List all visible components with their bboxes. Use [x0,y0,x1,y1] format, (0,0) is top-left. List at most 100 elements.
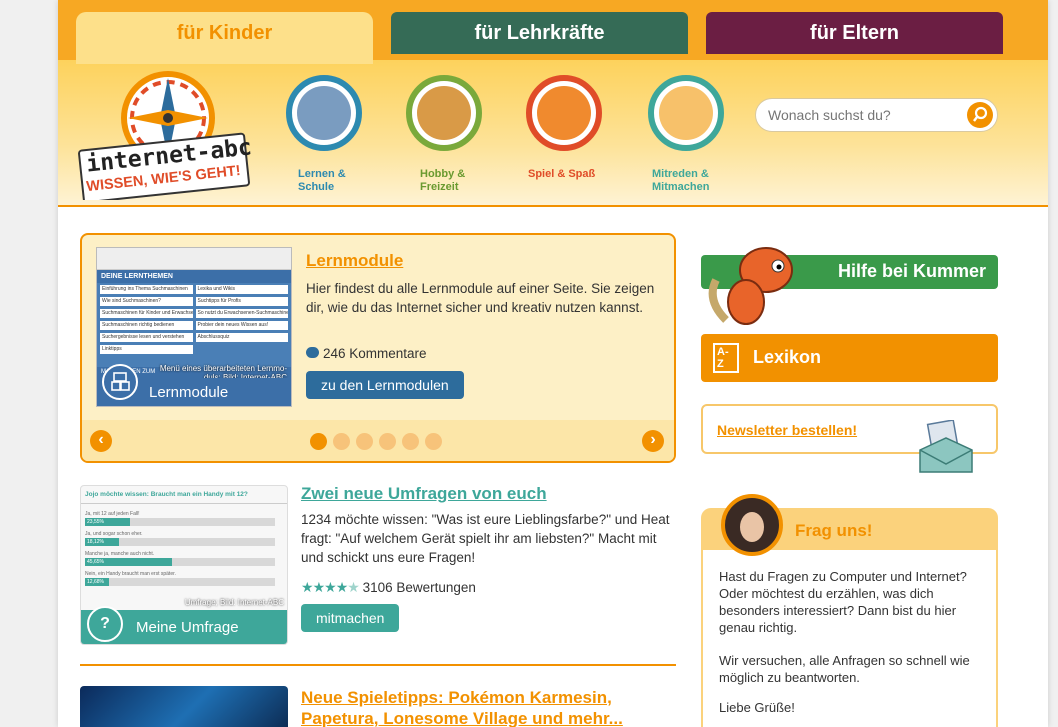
star-icon: ★ [335,579,349,595]
poll-bars: Ja, mit 12 auf jeden Fall! 23,55% Ja, und … [81,504,287,588]
slider-dot-3[interactable] [356,433,373,450]
thumbnail-list-item: Linktipps [100,345,193,354]
article-divider [80,664,676,666]
frag-uns-box: Frag uns! Hast du Fragen zu Computer und… [701,494,998,727]
poll-bar-value: 12,68% [87,579,104,585]
thumbnail-list-item: Suchtipps für Profis [195,297,288,306]
mitmachen-button[interactable]: mitmachen [301,604,400,632]
thumbnail-list: Einführung ins Thema Suchmaschinen Wie si… [97,283,291,367]
tab-lehrkraefte[interactable]: für Lehrkräfte [391,12,688,54]
poll-option-label: Ja, und sogar schon eher. [85,531,143,537]
rating-count: 3106 Bewertungen [362,580,476,595]
advisor-face [740,512,764,542]
thumbnail-list-item: Suchergebnisse lesen und verstehen [100,333,193,342]
category-label-mitreden[interactable]: Mitreden & Mitmachen [652,168,709,194]
umfrage-thumb-heading: Jojo möchte wissen: Braucht man ein Hand… [81,486,287,504]
search-icon [973,106,988,122]
poll-bar-value: 18,12% [87,539,104,545]
featured-slider: DEINE LERNTHEMEN Einführung ins Thema Su… [80,233,676,463]
poll-bar: 23,55% [85,518,275,526]
poll-bar-value: 45,65% [87,559,104,565]
squirrel-mascot-icon [706,240,801,330]
thumbnail-list-item: Wie sind Suchmaschinen? [100,297,193,306]
thumbnail-list-item: Lexika und Wikis [195,285,288,294]
slider-next-button[interactable]: › [642,430,664,452]
category-lernen-schule-button[interactable] [286,75,362,151]
lexikon-button[interactable]: A-Z Lexikon [701,334,998,382]
squirrel-icon [537,86,591,140]
search-input[interactable] [768,107,958,123]
thumbnail-heading: DEINE LERNTHEMEN [97,270,291,283]
poll-option-label: Manche ja, manche auch nicht. [85,551,155,557]
tab-kinder[interactable]: für Kinder [76,12,373,64]
category-label-spiel[interactable]: Spiel & Spaß [528,168,595,181]
lexikon-label: Lexikon [753,347,822,367]
poll-bar: 45,65% [85,558,275,566]
slider-prev-button[interactable]: ‹ [90,430,112,452]
comments-count[interactable]: 246 Kommentare [306,346,427,361]
poll-bar: 12,68% [85,578,275,586]
kummer-label: Hilfe bei Kummer [837,261,986,281]
header-divider [58,205,1048,207]
star-icon: ★ [324,579,337,595]
slider-dot-2[interactable] [333,433,350,450]
poll-bar-value: 23,55% [87,519,104,525]
envelope-icon [916,419,976,475]
lernmodule-title-link[interactable]: Lernmodule [306,251,403,271]
star-icon: ★ [347,579,360,595]
poll-option-label: Ja, mit 12 auf jeden Fall! [85,511,140,517]
slider-dot-6[interactable] [425,433,442,450]
frag-uns-text-3: Liebe Grüße! [719,700,795,715]
slider-controls-bar [82,420,674,461]
blocks-icon [102,364,138,400]
umfrage-thumbnail[interactable]: Jojo möchte wissen: Braucht man ein Hand… [80,485,288,645]
category-mitreden-button[interactable] [648,75,724,151]
page: für Kinder für Lehrkräfte für Eltern int… [58,0,1048,727]
star-icon: ★ [301,579,314,595]
tab-eltern[interactable]: für Eltern [706,12,1003,54]
lernmodule-thumbnail[interactable]: DEINE LERNTHEMEN Einführung ins Thema Su… [96,247,292,407]
slider-dot-1[interactable] [310,433,327,450]
frag-uns-text-2: Wir versuchen, alle Anfragen so schnell … [719,653,970,685]
slider-dot-5[interactable] [402,433,419,450]
search-box [755,98,998,132]
category-label-lernen[interactable]: Lernen & Schule [298,168,346,194]
star-icon: ★ [312,579,326,595]
slider-dot-4[interactable] [379,433,396,450]
poll-bar: 18,12% [85,538,275,546]
lernmodule-button[interactable]: zu den Lernmodulen [306,371,464,399]
comment-icon [306,347,319,358]
thumbnail-list-item: Suchmaschinen richtig bedienen [100,321,193,330]
owl-icon [297,86,351,140]
newsletter-link[interactable]: Newsletter bestellen! [717,422,857,438]
search-button[interactable] [967,102,993,128]
frag-uns-title: Frag uns! [795,521,873,540]
thumbnail-list-item: Abschlussquiz [195,333,288,342]
umfragen-title-link[interactable]: Zwei neue Umfragen von euch [301,484,547,504]
header: für Kinder für Lehrkräfte für Eltern int… [58,0,1048,205]
anteater-icon [417,86,471,140]
category-hobby-freizeit-button[interactable] [406,75,482,151]
frag-uns-text-1: Hast du Fragen zu Computer und Internet?… [719,569,967,635]
poll-option-label: Nein, ein Handy braucht man erst später. [85,571,176,577]
comments-text: 246 Kommentare [323,346,427,361]
thumbnail-toolbar [97,248,291,270]
rating-stars: ★★★★★ [301,579,360,595]
category-spiel-spass-button[interactable] [526,75,602,151]
thumbnail-list-item: Probier dein neues Wissen aus! [195,321,288,330]
lernmodule-description: Hier findest du alle Lernmodule auf eine… [306,281,655,315]
question-bubble-icon: ? [87,606,123,642]
umfrage-thumb-caption: Umfrage; Bild: Internet-ABC [184,598,284,607]
thumbnail-list-item: So nutzt du Erwachsenen-Suchmaschinen [195,309,288,318]
llama-icon [659,86,713,140]
advisor-avatar [721,494,783,556]
umfragen-description: 1234 möchte wissen: "Was ist eure Liebli… [301,512,670,565]
lexikon-az-icon: A-Z [713,343,739,373]
thumbnail-list-item: Suchmaschinen für Kinder und Erwachsene [100,309,193,318]
spieletipps-title-link[interactable]: Neue Spieletipps: Pokémon Karmesin, Pape… [301,687,681,727]
thumbnail-list-item: Einführung ins Thema Suchmaschinen [100,285,193,294]
spieletipps-thumbnail[interactable] [80,686,288,727]
rating: ★★★★★ 3106 Bewertungen [301,579,476,596]
category-label-hobby[interactable]: Hobby & Freizeit [420,168,465,194]
site-logo[interactable]: internet-abc WISSEN, WIE'S GEHT! [78,70,258,204]
